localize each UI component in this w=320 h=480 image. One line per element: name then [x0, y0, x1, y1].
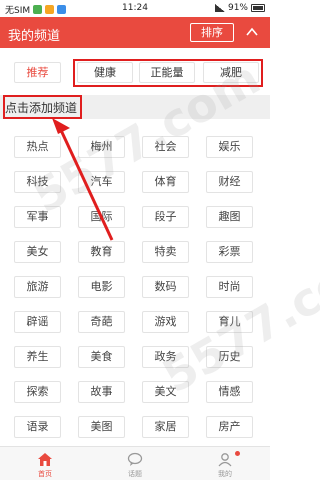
channel-chip[interactable]: 奇葩	[78, 311, 125, 333]
channel-chip[interactable]: 娱乐	[206, 136, 253, 158]
wifi-icon	[214, 4, 225, 12]
channel-chip[interactable]: 国际	[78, 206, 125, 228]
channel-chip[interactable]: 政务	[142, 346, 189, 368]
channel-chip[interactable]: 军事	[14, 206, 61, 228]
nav-home-label: 首页	[38, 470, 52, 478]
sort-button[interactable]: 排序	[190, 23, 234, 42]
bottom-nav: 首页 话题 我的	[0, 446, 270, 480]
nav-mine-label: 我的	[218, 470, 232, 478]
channel-chip[interactable]: 教育	[78, 241, 125, 263]
channel-chip[interactable]: 养生	[14, 346, 61, 368]
channel-chip[interactable]: 时尚	[206, 276, 253, 298]
channel-chip[interactable]: 育儿	[206, 311, 253, 333]
my-channel-recommend[interactable]: 推荐	[14, 62, 61, 83]
channel-chip[interactable]: 数码	[142, 276, 189, 298]
channel-chip[interactable]: 情感	[206, 381, 253, 403]
channel-chip[interactable]: 游戏	[142, 311, 189, 333]
channel-grid: 热点 梅州 社会 娱乐 科技 汽车 体育 财经 军事 国际 段子 趣图 美女 教…	[0, 119, 270, 446]
channel-chip[interactable]: 科技	[14, 171, 61, 193]
chat-icon	[127, 452, 143, 466]
channel-chip[interactable]: 旅游	[14, 276, 61, 298]
page-title: 我的频道	[8, 29, 61, 44]
channel-chip[interactable]: 趣图	[206, 206, 253, 228]
channel-chip[interactable]: 社会	[142, 136, 189, 158]
channel-chip[interactable]: 汽车	[78, 171, 125, 193]
battery-percent: 91%	[227, 3, 248, 13]
chevron-up-icon[interactable]	[245, 26, 259, 38]
channel-chip[interactable]: 电影	[78, 276, 125, 298]
channel-chip[interactable]: 美食	[78, 346, 125, 368]
channel-chip[interactable]: 探索	[14, 381, 61, 403]
channel-chip[interactable]: 语录	[14, 416, 61, 438]
channel-header: 我的频道 排序	[0, 17, 270, 48]
channel-chip[interactable]: 家居	[142, 416, 189, 438]
status-bar: 无SIM 11:24 91%	[0, 0, 270, 17]
channel-chip[interactable]: 历史	[206, 346, 253, 368]
channel-chip[interactable]: 彩票	[206, 241, 253, 263]
channel-chip[interactable]: 故事	[78, 381, 125, 403]
channel-chip[interactable]: 热点	[14, 136, 61, 158]
channel-chip[interactable]: 段子	[142, 206, 189, 228]
status-right: 91%	[214, 3, 265, 13]
battery-icon	[251, 4, 265, 12]
channel-chip[interactable]: 美图	[78, 416, 125, 438]
nav-home[interactable]: 首页	[0, 447, 90, 480]
channel-chip[interactable]: 财经	[206, 171, 253, 193]
channel-chip[interactable]: 美女	[14, 241, 61, 263]
channel-chip[interactable]: 辟谣	[14, 311, 61, 333]
channel-chip[interactable]: 房产	[206, 416, 253, 438]
annotation-box-my-channels	[73, 59, 263, 87]
notification-dot	[235, 451, 240, 456]
nav-mine[interactable]: 我的	[180, 447, 270, 480]
home-icon	[38, 453, 52, 466]
channel-chip[interactable]: 特卖	[142, 241, 189, 263]
person-icon	[218, 453, 232, 467]
channel-chip[interactable]: 体育	[142, 171, 189, 193]
channel-chip[interactable]: 梅州	[78, 136, 125, 158]
channel-chip[interactable]: 美文	[142, 381, 189, 403]
nav-topic-label: 话题	[128, 470, 142, 478]
nav-topic[interactable]: 话题	[90, 447, 180, 480]
annotation-box-section-title	[3, 95, 82, 119]
